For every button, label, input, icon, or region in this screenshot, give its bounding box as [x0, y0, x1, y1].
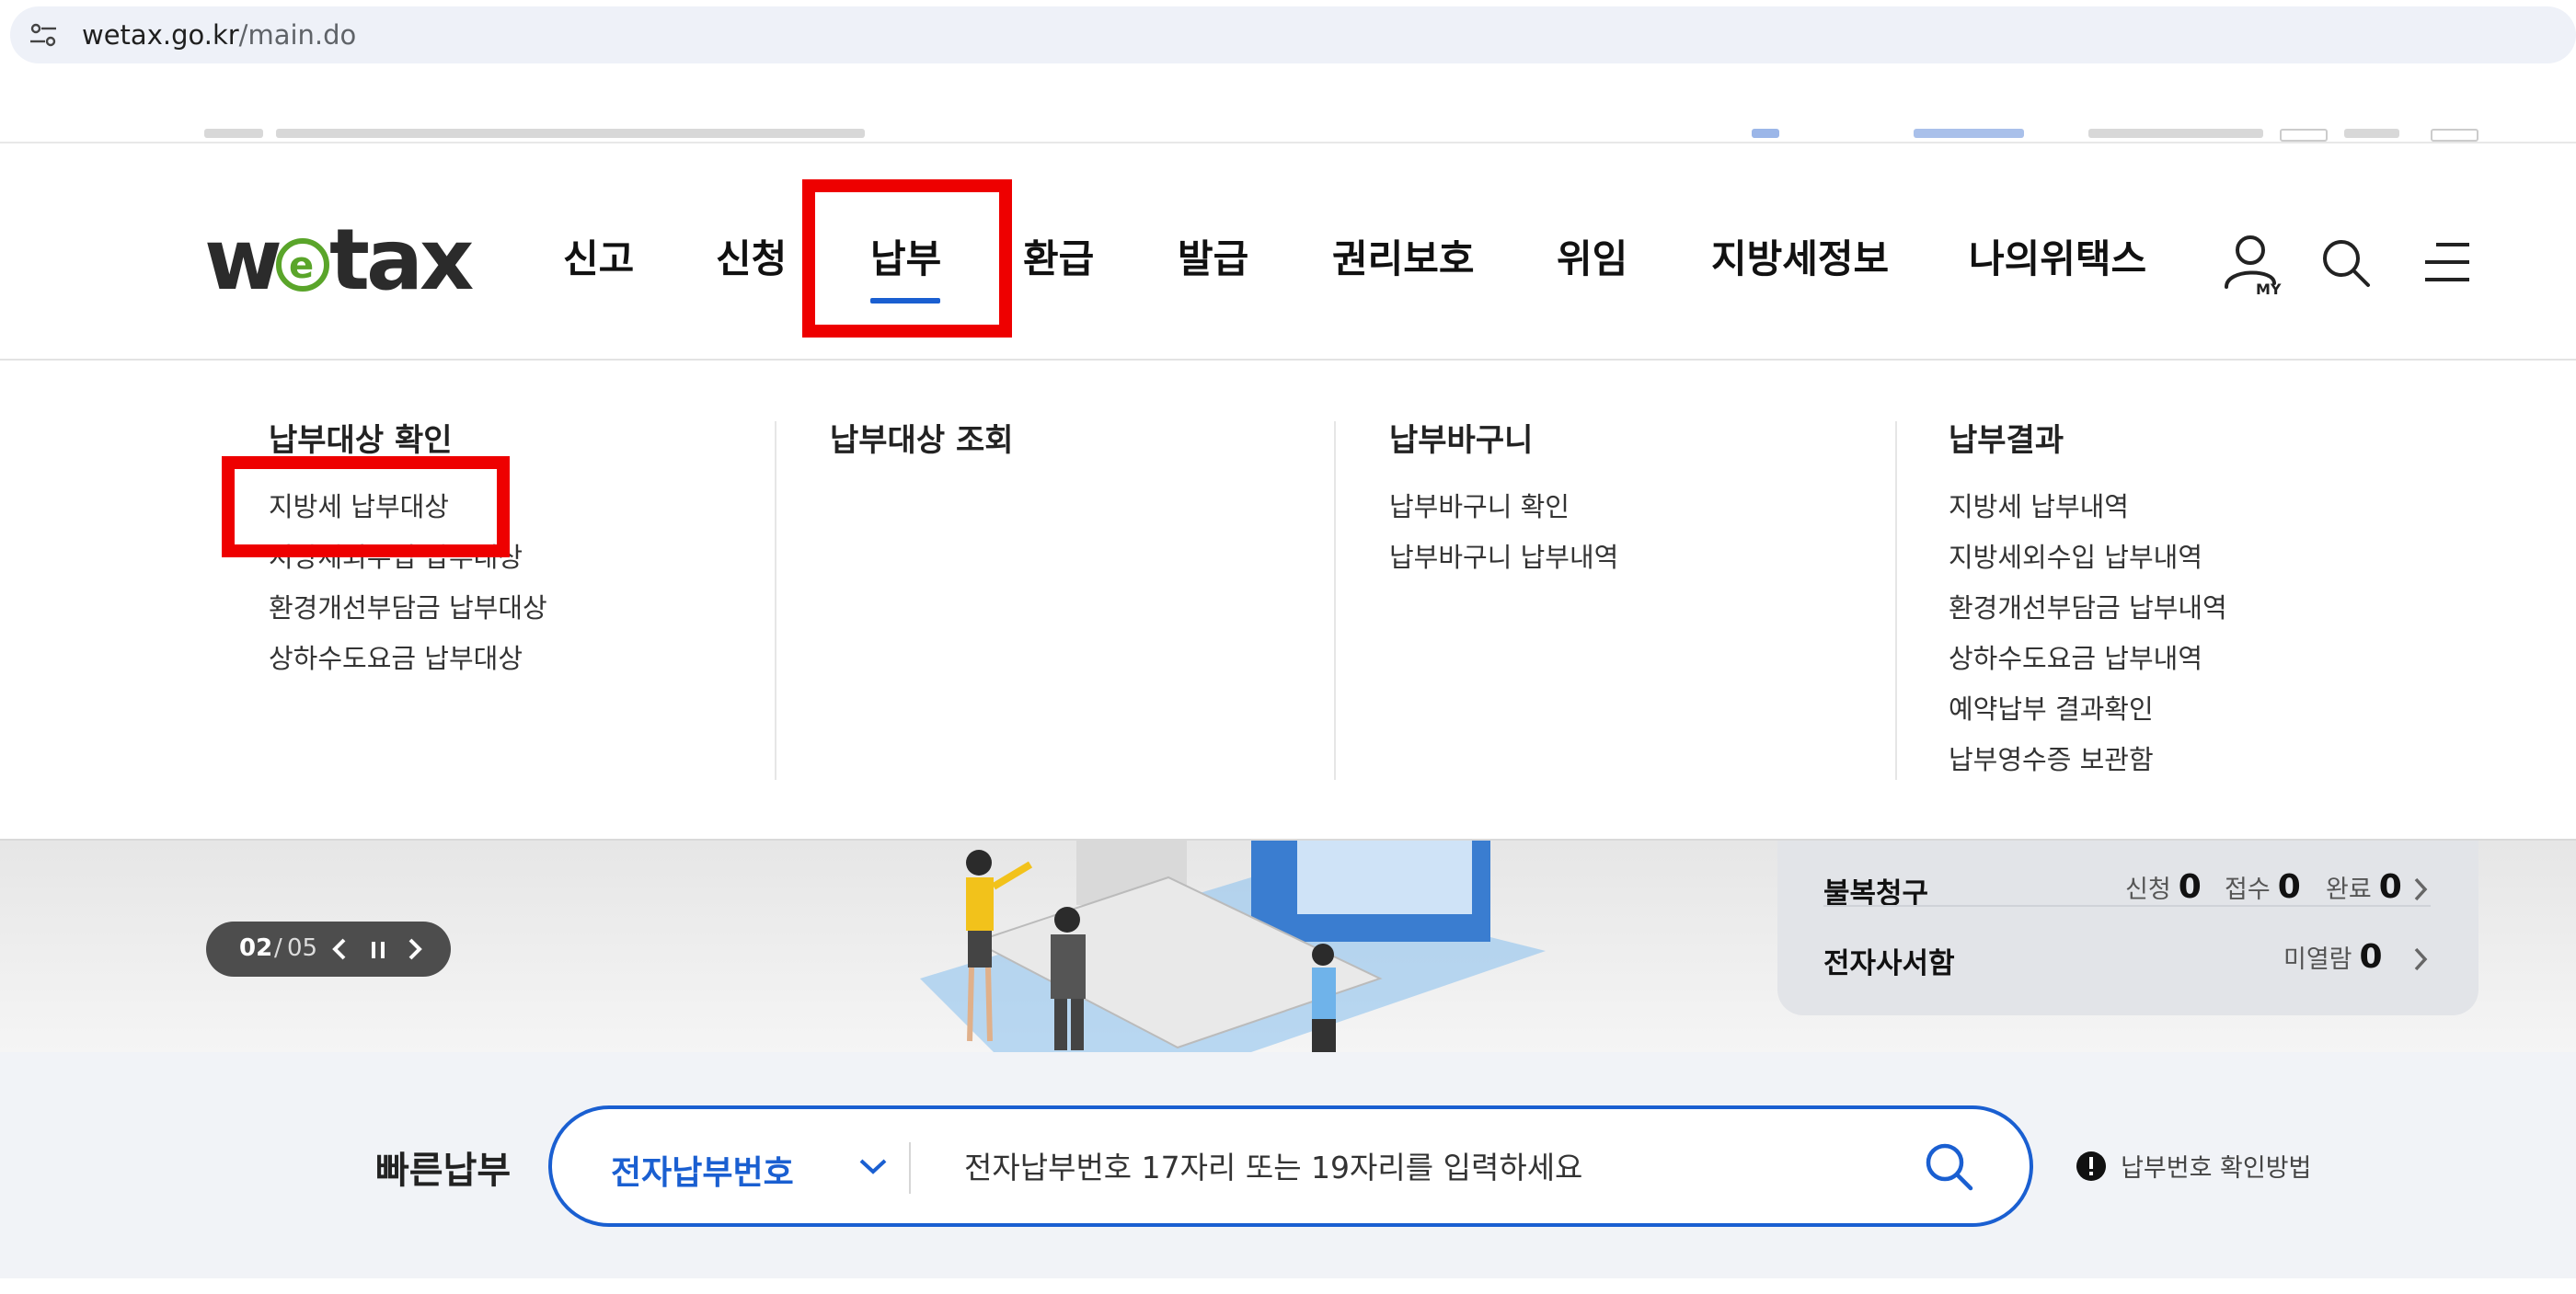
- payment-mega-menu: 납부대상 확인 지방세 납부대상 지방세외수입 납부대상 환경개선부담금 납부대…: [0, 361, 2576, 841]
- utility-ghost-icon: [204, 129, 263, 138]
- site-header: w e tax 신고 신청 납부 환급 발급 권리보호 위임 지방세정보 나의위…: [0, 143, 2576, 361]
- status-pair: 완료 0: [2326, 868, 2402, 906]
- status-row-mailbox[interactable]: 전자사서함 미열람 0: [1823, 933, 2431, 988]
- utility-ghost-button: [2280, 129, 2328, 142]
- info-icon: [2076, 1151, 2106, 1181]
- menu-item-env-charge-target[interactable]: 환경개선부담금 납부대상: [269, 583, 547, 634]
- menu-column-title[interactable]: 납부바구니: [1389, 421, 1618, 460]
- nav-item-payment[interactable]: 납부: [870, 235, 941, 283]
- active-nav-underline: [870, 298, 940, 303]
- utility-ghost-button: [2431, 129, 2478, 142]
- status-label: 미열람: [2283, 945, 2352, 974]
- payment-number-help-link[interactable]: 납부번호 확인방법: [2076, 1148, 2311, 1184]
- status-count: 0: [2277, 868, 2301, 906]
- nav-item-rights[interactable]: 권리보호: [1332, 235, 1475, 283]
- menu-column-payment-results: 납부결과 지방세 납부내역 지방세외수입 납부내역 환경개선부담금 납부내역 상…: [1949, 421, 2227, 785]
- utility-strip: [0, 129, 2576, 143]
- menu-item-water-fee-history[interactable]: 상하수도요금 납부내역: [1949, 634, 2227, 684]
- pager-current: 02: [239, 934, 273, 962]
- my-badge: MY: [2256, 281, 2282, 296]
- utility-ghost-icon: [1752, 129, 1779, 138]
- chevron-down-icon[interactable]: [857, 1155, 889, 1177]
- chevron-right-icon[interactable]: [2410, 945, 2431, 973]
- menu-divider: [1895, 421, 1897, 780]
- quick-payment-label: 빠른납부: [375, 1150, 512, 1192]
- pager-total: 05: [287, 934, 318, 962]
- search-icon[interactable]: [1923, 1140, 1976, 1194]
- chevron-left-icon[interactable]: [326, 934, 353, 964]
- banner-illustration: [920, 841, 1546, 1052]
- menu-item-non-tax-target[interactable]: 지방세외수입 납부대상: [269, 532, 547, 583]
- hero-banner: 02 / 05 불복청구 신청 0 접수 0 완료 0 전자사서함 미열람 0: [0, 841, 2576, 1052]
- status-row-appeal[interactable]: 불복청구 신청 0 접수 0 완료 0: [1823, 863, 2431, 918]
- nav-item-issue[interactable]: 발급: [1178, 235, 1248, 283]
- menu-item-reserved-payment-result[interactable]: 예약납부 결과확인: [1949, 684, 2227, 735]
- quick-payment-box: 전자납부번호: [548, 1105, 2033, 1227]
- svg-text:tax: tax: [329, 224, 473, 298]
- utility-ghost-text: [2344, 129, 2399, 138]
- status-pair: 미열람 0: [2283, 938, 2383, 976]
- menu-column-title[interactable]: 납부대상 조회: [830, 421, 1014, 460]
- menu-item-basket-check[interactable]: 납부바구니 확인: [1389, 482, 1618, 532]
- chevron-right-icon[interactable]: [2410, 876, 2431, 903]
- status-count: 0: [2378, 868, 2402, 906]
- pause-icon[interactable]: [364, 934, 392, 964]
- menu-divider: [775, 421, 776, 780]
- select-divider: [909, 1142, 911, 1194]
- menu-column-payment-targets: 납부대상 확인 지방세 납부대상 지방세외수입 납부대상 환경개선부담금 납부대…: [269, 421, 547, 684]
- status-label: 신청: [2125, 876, 2171, 904]
- status-panel: 불복청구 신청 0 접수 0 완료 0 전자사서함 미열람 0: [1777, 841, 2478, 1015]
- nav-item-refund[interactable]: 환급: [1023, 235, 1094, 283]
- menu-divider: [1334, 421, 1336, 780]
- menu-item-env-charge-history[interactable]: 환경개선부담금 납부내역: [1949, 583, 2227, 634]
- menu-item-receipt-box[interactable]: 납부영수증 보관함: [1949, 735, 2227, 785]
- status-count: 0: [2359, 938, 2383, 976]
- menu-column-target-lookup: 납부대상 조회: [830, 421, 1014, 460]
- quick-payment-section: 빠른납부 전자납부번호 납부번호 확인방법: [0, 1052, 2576, 1278]
- menu-item-local-tax-target[interactable]: 지방세 납부대상: [269, 482, 547, 532]
- status-label: 접수: [2225, 876, 2271, 904]
- address-bar[interactable]: wetax.go.kr/main.do: [10, 6, 2576, 63]
- menu-column-basket: 납부바구니 납부바구니 확인 납부바구니 납부내역: [1389, 421, 1618, 583]
- payment-type-select[interactable]: 전자납부번호: [611, 1146, 794, 1194]
- nav-item-report[interactable]: 신고: [563, 235, 634, 283]
- status-pair: 신청 0: [2125, 868, 2202, 906]
- menu-column-title[interactable]: 납부대상 확인: [269, 421, 547, 460]
- wetax-logo[interactable]: w e tax: [204, 224, 477, 298]
- nav-item-my-wetax[interactable]: 나의위택스: [1969, 235, 2146, 283]
- nav-item-delegation[interactable]: 위임: [1557, 235, 1627, 283]
- utility-ghost-text: [2088, 129, 2263, 138]
- utility-ghost-text: [276, 129, 865, 138]
- url-host: wetax.go.kr: [82, 19, 239, 51]
- status-count: 0: [2178, 868, 2202, 906]
- menu-column-title[interactable]: 납부결과: [1949, 421, 2227, 460]
- utility-ghost-text: [1914, 129, 2024, 138]
- pager-separator: /: [274, 934, 282, 962]
- banner-pager: 02 / 05: [206, 922, 451, 977]
- nav-item-local-tax-info[interactable]: 지방세정보: [1711, 235, 1889, 283]
- status-pair: 접수 0: [2225, 868, 2301, 906]
- svg-text:e: e: [289, 245, 314, 287]
- url-path: /main.do: [238, 19, 357, 51]
- search-icon[interactable]: [2320, 237, 2372, 289]
- menu-item-basket-history[interactable]: 납부바구니 납부내역: [1389, 532, 1618, 583]
- menu-item-local-tax-history[interactable]: 지방세 납부내역: [1949, 482, 2227, 532]
- payment-number-input[interactable]: [964, 1135, 1884, 1199]
- status-row-title: 전자사서함: [1823, 947, 1955, 980]
- chevron-right-icon[interactable]: [401, 934, 429, 964]
- nav-item-apply[interactable]: 신청: [716, 235, 787, 283]
- help-text: 납부번호 확인방법: [2121, 1154, 2312, 1183]
- tune-icon[interactable]: [29, 22, 58, 48]
- status-divider: [1823, 905, 2431, 907]
- my-page-icon[interactable]: MY: [2221, 232, 2283, 296]
- status-label: 완료: [2326, 876, 2372, 904]
- menu-icon[interactable]: [2423, 241, 2471, 283]
- menu-item-non-tax-history[interactable]: 지방세외수입 납부내역: [1949, 532, 2227, 583]
- url-text[interactable]: wetax.go.kr/main.do: [82, 19, 356, 51]
- svg-text:w: w: [204, 224, 280, 298]
- menu-item-water-fee-target[interactable]: 상하수도요금 납부대상: [269, 634, 547, 684]
